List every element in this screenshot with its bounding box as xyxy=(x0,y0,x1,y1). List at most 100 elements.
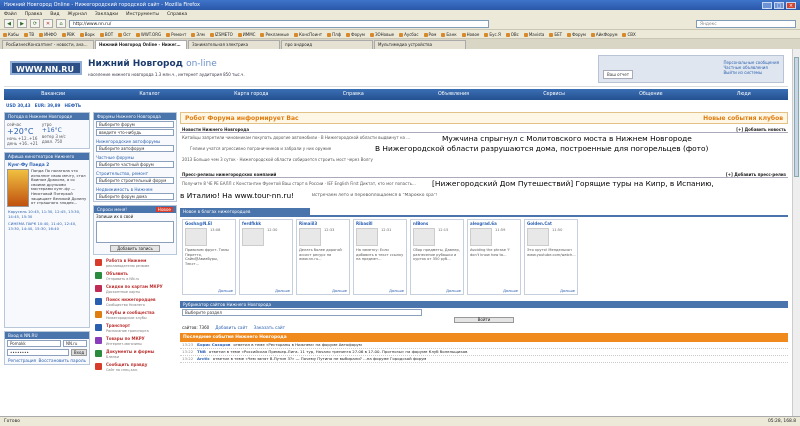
back-icon[interactable]: ◀ xyxy=(4,19,14,28)
news-line[interactable]: Китайцы запретили чиновникам покупать до… xyxy=(180,135,440,140)
news-header[interactable]: Новости Нижнего Новгорода xyxy=(182,127,249,132)
press-headline-tours-2[interactable]: в Италию! На www.tour-nn.ru! xyxy=(180,191,295,200)
blog-author[interactable]: Golden.Cat xyxy=(525,220,577,227)
press-header[interactable]: Пресс-релизы нижегородских компаний xyxy=(182,172,276,177)
realty-forum-select[interactable]: Выберите форум дома xyxy=(96,193,174,200)
blog-card[interactable]: alexgrad.6a 11:59 Avoiding the phrase 'I' … xyxy=(467,219,521,295)
building-forum-select[interactable]: Выберите строительный форум xyxy=(96,177,174,184)
blog-card[interactable]: ferdfkkk 12:30 Дальше xyxy=(239,219,293,295)
user-link-logout[interactable]: Выйти из системы xyxy=(723,70,779,75)
forum-search[interactable]: введите что-нибудь xyxy=(96,129,174,136)
rate-eur[interactable]: EUR: 39,89 xyxy=(35,103,61,108)
bookmark-item[interactable]: Ворк xyxy=(80,32,95,37)
blog-author[interactable]: Gosha@N.EI xyxy=(183,220,235,227)
bookmark-item[interactable]: Новое xyxy=(462,32,480,37)
scrollbar-thumb[interactable] xyxy=(794,57,799,177)
rate-usd[interactable]: USD 30,43 xyxy=(6,103,31,108)
auto-forums-label[interactable]: Нижегородские автофорумы xyxy=(94,137,176,144)
bookmark-item[interactable]: Форум xyxy=(346,32,365,37)
feed-text[interactable]: ответил в теме «Российская Премьер-Лига.… xyxy=(209,349,468,355)
add-site-link[interactable]: Добавить сайт xyxy=(215,325,247,330)
bookmark-item[interactable]: ИНФО xyxy=(39,32,57,37)
service-title[interactable]: Товары по МКРУ xyxy=(106,336,145,341)
bookmark-item[interactable]: Форум xyxy=(567,32,586,37)
bookmark-item[interactable]: БЕТ xyxy=(549,32,562,37)
bookmark-item[interactable]: Ремонт xyxy=(166,32,186,37)
reload-icon[interactable]: ⟳ xyxy=(30,19,40,28)
movie-schedule-1[interactable]: Карусель 10:45, 11:30, 12:45, 13:30, 14:… xyxy=(5,207,89,221)
service-title[interactable]: Транспорт xyxy=(106,323,130,328)
service-item[interactable]: Документы и формы Бланки xyxy=(93,349,177,362)
blog-card[interactable]: nlBons 12:15 Сбор предметы, Давнер, разнес… xyxy=(410,219,464,295)
menu-history[interactable]: Журнал xyxy=(68,12,87,17)
bookmark-item[interactable]: Банк xyxy=(441,32,456,37)
bookmark-item[interactable]: Ост xyxy=(118,32,131,37)
blog-author[interactable]: ferdfkkk xyxy=(240,220,292,227)
forgot-password-link[interactable]: Восстановить пароль xyxy=(39,358,86,363)
add-news-link[interactable]: [+] Добавить новость xyxy=(736,127,786,132)
bookmark-item[interactable]: ВОТ xyxy=(100,32,113,37)
private-forums-label[interactable]: Частные форумы xyxy=(94,153,176,160)
movie-poster[interactable] xyxy=(7,169,29,207)
stop-icon[interactable]: ✕ xyxy=(43,19,53,28)
add-press-link[interactable]: [+] Добавить пресс-релиз xyxy=(726,172,786,177)
feed-author[interactable]: TNB xyxy=(197,349,206,355)
order-site-link[interactable]: Заказать сайт xyxy=(254,325,285,330)
login-button[interactable]: Вход xyxy=(71,349,87,356)
service-item[interactable]: Транспорт Расписание транспорта xyxy=(93,323,177,336)
forward-icon[interactable]: ▶ xyxy=(17,19,27,28)
realty-forums-label[interactable]: Недвижимость в Нижнем xyxy=(94,185,176,192)
register-link[interactable]: Регистрация xyxy=(8,358,36,363)
forum-robot-banner[interactable]: Робот Форума информирует Вас xyxy=(181,115,303,122)
feed-header[interactable]: Последние события Нижнего Новгорода xyxy=(180,333,788,342)
blog-card[interactable]: Rimaiil3 12:33 Делать более дорогой ассист… xyxy=(296,219,350,295)
menu-help[interactable]: Справка xyxy=(167,12,187,17)
service-title[interactable]: Документы и формы xyxy=(106,349,154,354)
blog-card[interactable]: Ribas8l 12:31 На заметку: Если добавить в … xyxy=(353,219,407,295)
service-title[interactable]: Работа в Нижнем xyxy=(106,258,146,263)
blog-thumbnail[interactable] xyxy=(356,228,378,246)
bookmark-item[interactable]: WWT.ORG xyxy=(136,32,161,37)
rubric-select[interactable]: Выберите раздел xyxy=(182,309,422,316)
blog-thumbnail[interactable] xyxy=(413,228,435,246)
service-item[interactable]: Товары по МКРУ Интернет-магазины xyxy=(93,336,177,349)
service-item[interactable]: Объявить Отправить в NN.ru xyxy=(93,271,177,284)
search-box[interactable]: Яндекс xyxy=(696,19,796,28)
blog-thumbnail[interactable] xyxy=(242,228,264,246)
bookmark-item[interactable]: Элм xyxy=(191,32,204,37)
bookmark-item[interactable]: КонсПоинт xyxy=(294,32,322,37)
tab-rbc[interactable]: РосБизнесКонсалтинг - новости, анали... xyxy=(2,40,94,49)
menu-tools[interactable]: Инструменты xyxy=(126,12,159,17)
building-forums-label[interactable]: Строительство, ремонт xyxy=(94,169,176,176)
service-title[interactable]: Объявить xyxy=(106,271,128,276)
feed-author[interactable]: Arctic xyxy=(197,356,210,362)
press-line[interactable]: Встречаем лето и перевоплощаемся в "Маро… xyxy=(310,193,439,198)
blog-card[interactable]: Golden.Cat 11:50 Это круто! Мендельсон www… xyxy=(524,219,578,295)
movie-schedule-2[interactable]: СИНЕМА ПАРК 10:40, 11:40, 12:40, 13:30, … xyxy=(5,221,89,231)
service-item[interactable]: Поиск нижегородцев Сообщество Нижнего xyxy=(93,297,177,310)
blog-author[interactable]: nlBons xyxy=(411,220,463,227)
tab-multimedia[interactable]: Мультимедиа устройства xyxy=(374,40,466,49)
nav-map[interactable]: Карта города xyxy=(234,92,268,97)
login-username[interactable]: Pomakk xyxy=(7,340,61,347)
page-scrollbar[interactable] xyxy=(792,49,800,416)
blog-more-link[interactable]: Дальше xyxy=(218,289,233,293)
blog-more-link[interactable]: Дальше xyxy=(503,289,518,293)
movies-header[interactable]: Афиша кинотеатров Нижнего xyxy=(5,153,89,160)
news-headline-bridge[interactable]: Мужчина спрыгнул с Молитовского моста в … xyxy=(442,134,692,143)
bookmark-item[interactable]: ЗОНовые xyxy=(370,32,394,37)
bookmark-item[interactable]: Аусбас xyxy=(399,32,418,37)
nav-services[interactable]: Сервисы xyxy=(543,92,565,97)
tab-android[interactable]: про андроид xyxy=(281,40,373,49)
auto-forum-select[interactable]: Выберите автофорум xyxy=(96,145,174,152)
blog-more-link[interactable]: Дальше xyxy=(275,289,290,293)
bookmark-item[interactable]: ИММС xyxy=(238,32,256,37)
bookmark-item[interactable]: АйкФорум xyxy=(591,32,618,37)
site-logo[interactable]: WWW.NN.RU xyxy=(10,61,82,75)
login-password[interactable]: •••••••• xyxy=(7,349,69,356)
blog-author[interactable]: Ribas8l xyxy=(354,220,406,227)
private-forum-select[interactable]: Выберите частный форум xyxy=(96,161,174,168)
blog-more-link[interactable]: Дальше xyxy=(446,289,461,293)
service-title[interactable]: Сообщить правду xyxy=(106,362,147,367)
weather-header[interactable]: Погода в Нижнем Новгороде xyxy=(5,113,89,120)
